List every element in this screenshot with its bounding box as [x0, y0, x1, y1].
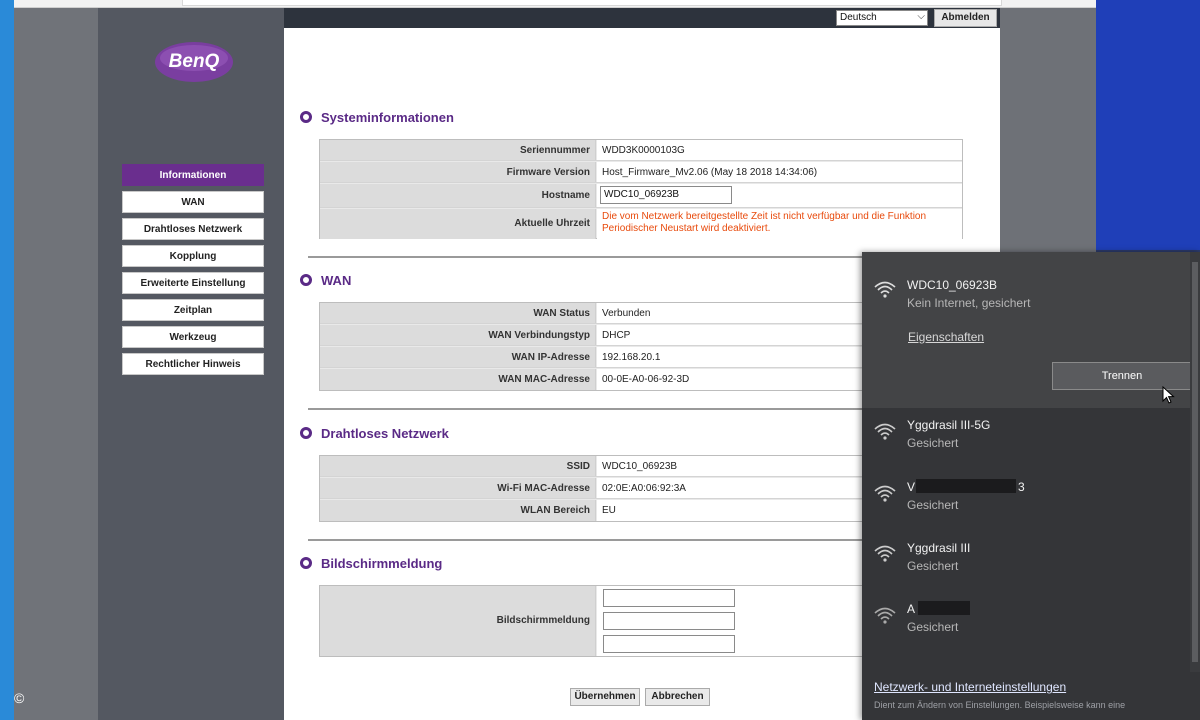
wifi-icon — [874, 545, 896, 562]
network-settings-description: Dient zum Ändern von Einstellungen. Beis… — [874, 700, 1126, 710]
sidebar-item-drahtloses-netzwerk[interactable]: Drahtloses Netzwerk — [122, 218, 264, 240]
scrollbar-thumb[interactable] — [1192, 262, 1198, 662]
hostname-input[interactable]: WDC10_06923B — [600, 186, 732, 204]
copyright-mark: © — [14, 690, 25, 706]
sidebar-item-kopplung[interactable]: Kopplung — [122, 245, 264, 267]
table-row-screen-message: Bildschirmmeldung — [320, 586, 864, 656]
table-row-firmware: Firmware Version Host_Firmware_Mv2.06 (M… — [320, 162, 962, 183]
section-title-text: Systeminformationen — [321, 110, 454, 125]
section-bullet-icon — [300, 427, 312, 439]
table-row-wan-mac: WAN MAC-Adresse 00-0E-A0-06-92-3D — [320, 369, 864, 390]
wifi-mac-label: Wi-Fi MAC-Adresse — [320, 478, 596, 498]
chevron-down-icon: ⌵ — [917, 11, 925, 22]
wifi-flyout: WDC10_06923B Kein Internet, gesichert Ei… — [862, 252, 1200, 720]
serial-label: Seriennummer — [320, 140, 596, 160]
firmware-label: Firmware Version — [320, 162, 596, 182]
network-name: Yggdrasil III — [907, 541, 971, 555]
sidebar-item-rechtlicher-hinweis[interactable]: Rechtlicher Hinweis — [122, 353, 264, 375]
wan-type-value: DHCP — [597, 325, 864, 345]
desktop-left-edge — [0, 0, 14, 720]
ssid-label: SSID — [320, 456, 596, 476]
hostname-label: Hostname — [320, 184, 596, 207]
flyout-scrollbar[interactable] — [1190, 252, 1200, 672]
screen-message-input-3[interactable] — [603, 635, 735, 653]
section-title-text: Bildschirmmeldung — [321, 556, 443, 571]
network-name-suffix: 3 — [1018, 480, 1025, 494]
network-status: Gesichert — [907, 620, 959, 634]
section-title-screen-message: Bildschirmmeldung — [300, 556, 442, 571]
cancel-button[interactable]: Abbrechen — [645, 688, 710, 706]
network-name: Yggdrasil III-5G — [907, 418, 991, 432]
table-row-ssid: SSID WDC10_06923B — [320, 456, 864, 477]
wifi-icon — [874, 281, 896, 298]
wifi-mac-value: 02:0E:A0:06:92:3A — [597, 478, 864, 498]
sidebar-item-erweiterte-einstellung[interactable]: Erweiterte Einstellung — [122, 272, 264, 294]
wan-mac-label: WAN MAC-Adresse — [320, 369, 596, 390]
screen-message-input-2[interactable] — [603, 612, 735, 630]
wifi-icon — [874, 423, 896, 440]
section-bullet-icon — [300, 557, 312, 569]
ssid-value: WDC10_06923B — [597, 456, 864, 476]
redaction-bar — [916, 479, 1016, 493]
benq-logo: BenQ — [154, 40, 234, 84]
section-bullet-icon — [300, 111, 312, 123]
firmware-value: Host_Firmware_Mv2.06 (May 18 2018 14:34:… — [597, 162, 962, 182]
table-row-wan-status: WAN Status Verbunden — [320, 303, 864, 324]
logo-text: BenQ — [168, 51, 220, 72]
properties-link[interactable]: Eigenschaften — [908, 330, 984, 344]
sidebar-item-wan[interactable]: WAN — [122, 191, 264, 213]
address-bar[interactable] — [182, 0, 1002, 6]
table-row-serial: Seriennummer WDD3K0000103G — [320, 140, 962, 161]
language-select-value: Deutsch — [840, 12, 877, 23]
wlan-region-label: WLAN Bereich — [320, 500, 596, 521]
table-row-wan-ip: WAN IP-Adresse 192.168.20.1 — [320, 347, 864, 368]
section-title-system: Systeminformationen — [300, 110, 454, 125]
connected-network-name: WDC10_06923B — [907, 278, 998, 292]
network-status: Gesichert — [907, 498, 959, 512]
apply-button[interactable]: Übernehmen — [570, 688, 640, 706]
network-status: Gesichert — [907, 436, 959, 450]
serial-value: WDD3K0000103G — [597, 140, 962, 160]
section-title-wan: WAN — [300, 273, 351, 288]
network-settings-link[interactable]: Netzwerk- und Interneteinstellungen — [874, 680, 1066, 694]
logout-button[interactable]: Abmelden — [934, 9, 997, 27]
wan-ip-label: WAN IP-Adresse — [320, 347, 596, 367]
sidebar-item-informationen[interactable]: Informationen — [122, 164, 264, 186]
network-name-prefix: A — [907, 602, 916, 616]
wan-status-label: WAN Status — [320, 303, 596, 323]
section-title-wireless: Drahtloses Netzwerk — [300, 426, 449, 441]
section-title-text: WAN — [321, 273, 352, 288]
section-bullet-icon — [300, 274, 312, 286]
sidebar-nav: Informationen WAN Drahtloses Netzwerk Ko… — [122, 164, 264, 380]
screen-message-input-1[interactable] — [603, 589, 735, 607]
time-label: Aktuelle Uhrzeit — [320, 209, 596, 239]
table-row-wan-type: WAN Verbindungstyp DHCP — [320, 325, 864, 346]
screen-message-table: Bildschirmmeldung — [319, 585, 864, 657]
wan-mac-value: 00-0E-A0-06-92-3D — [597, 369, 864, 390]
sidebar-item-zeitplan[interactable]: Zeitplan — [122, 299, 264, 321]
wan-table: WAN Status Verbunden WAN Verbindungstyp … — [319, 302, 864, 391]
wan-ip-value: 192.168.20.1 — [597, 347, 864, 367]
browser-toolbar — [14, 0, 1096, 8]
sidebar-item-werkzeug[interactable]: Werkzeug — [122, 326, 264, 348]
section-title-text: Drahtloses Netzwerk — [321, 426, 449, 441]
network-name-prefix: V — [907, 480, 916, 494]
network-status: Gesichert — [907, 559, 959, 573]
time-value: Die vom Netzwerk bereitgestellte Zeit is… — [597, 209, 962, 239]
table-row-time: Aktuelle Uhrzeit Die vom Netzwerk bereit… — [320, 209, 962, 239]
wlan-region-value: EU — [597, 500, 864, 521]
connected-network-status: Kein Internet, gesichert — [907, 296, 1031, 310]
screen-message-label: Bildschirmmeldung — [320, 586, 596, 656]
wan-status-value: Verbunden — [597, 303, 864, 323]
language-select[interactable]: Deutsch ⌵ — [836, 10, 928, 26]
table-row-wifi-mac: Wi-Fi MAC-Adresse 02:0E:A0:06:92:3A — [320, 478, 864, 499]
wan-type-label: WAN Verbindungstyp — [320, 325, 596, 345]
wifi-icon — [874, 485, 896, 502]
table-row-wlan-region: WLAN Bereich EU — [320, 500, 864, 521]
mouse-cursor-icon — [1162, 386, 1175, 404]
wireless-table: SSID WDC10_06923B Wi-Fi MAC-Adresse 02:0… — [319, 455, 864, 522]
wifi-icon — [874, 607, 896, 624]
redaction-bar — [918, 601, 970, 615]
